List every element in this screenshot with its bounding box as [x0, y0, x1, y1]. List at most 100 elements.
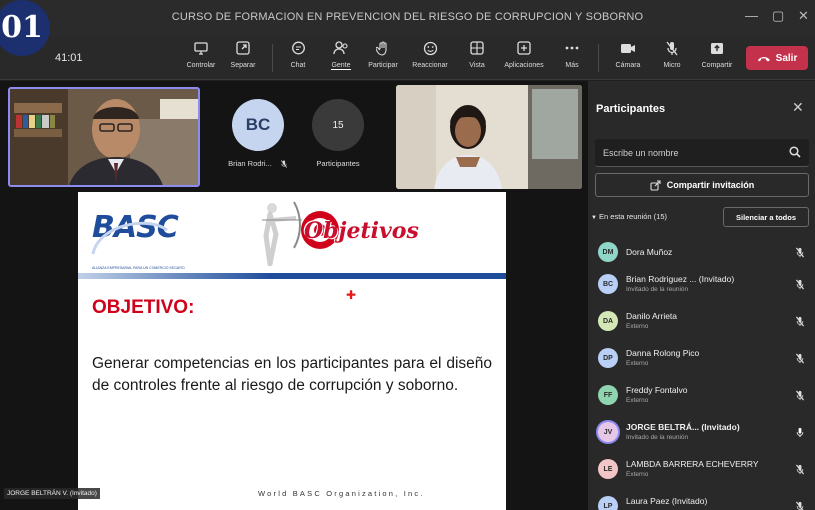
avatar-initials: FF [603, 391, 613, 399]
avatar: DP [598, 348, 618, 368]
react-icon [422, 40, 438, 56]
participant-name: LAMBDA BARRERA ECHEVERRY [626, 459, 759, 469]
participant-role: Externo [626, 471, 649, 478]
participant-row[interactable]: BC Brian Rodriguez ... (Invitado) Invita… [588, 266, 815, 302]
control-icon [193, 40, 209, 56]
slide-heading: OBJETIVO: [92, 297, 195, 318]
slide-divider-band [78, 273, 506, 279]
mute-all-button[interactable]: Silenciar a todos [723, 207, 809, 227]
avatar-initials: JV [603, 428, 613, 436]
participant-row[interactable]: JV JORGE BELTRÁ... (Invitado) Invitado d… [588, 414, 815, 450]
popout-icon [235, 40, 251, 56]
mic-off-icon [795, 462, 805, 480]
participant-row[interactable]: LE LAMBDA BARRERA ECHEVERRY Externo [588, 451, 815, 487]
participant-name: Dora Muñoz [626, 247, 673, 257]
phone-hangup-icon [757, 56, 770, 61]
presenter-name-tag: JORGE BELTRÁN V. (Invitado) [4, 488, 100, 499]
camera-label: Cámara [615, 62, 641, 69]
close-panel-icon[interactable]: ✕ [792, 99, 804, 116]
avatar: JV [598, 422, 618, 442]
participant-role: Invitado de la reunión [626, 286, 689, 293]
meeting-stage: BC Brian Rodri... 15 Participantes BASC [0, 81, 588, 510]
archer-figure-icon [262, 201, 302, 266]
participant-name: Freddy Fontalvo [626, 385, 688, 395]
participant-row[interactable]: DA Danilo Arrieta Externo [588, 303, 815, 339]
presenter-video [10, 89, 198, 185]
slide-body-text: Generar competencias en los participante… [92, 355, 492, 394]
participant-search [595, 139, 809, 167]
leave-label: Salir [775, 52, 798, 64]
participants-count-circle: 15 [312, 99, 364, 151]
participant-role: Externo [626, 360, 649, 367]
control-label: Controlar [186, 62, 216, 69]
raise-hand-icon [375, 40, 391, 56]
participants-panel: Participantes ✕ Compartir invitación ▼ E… [588, 81, 815, 510]
participant-row[interactable]: DP Danna Rolong Pico Externo [588, 340, 815, 376]
mic-off-icon [795, 314, 805, 332]
window-title: CURSO DE FORMACION EN PREVENCION DEL RIE… [171, 11, 644, 23]
mic-off-icon [795, 277, 805, 295]
avatar-initials: DP [603, 354, 613, 362]
camera-button[interactable]: Cámara [603, 40, 653, 69]
popout-button[interactable]: Separar [218, 40, 268, 69]
participant-tile-bc[interactable]: BC Brian Rodri... [216, 99, 300, 168]
mic-off-icon [795, 499, 805, 510]
participant-name: Brian Rodriguez ... (Invitado) [626, 274, 735, 284]
mic-button[interactable]: Micro [647, 40, 697, 69]
share-icon [709, 40, 725, 56]
minimize-button[interactable]: — [745, 8, 758, 23]
view-label: Vista [469, 62, 485, 69]
close-window-button[interactable]: ✕ [798, 8, 809, 24]
avatar-initials: BC [602, 280, 614, 288]
view-icon [469, 40, 485, 56]
more-icon [564, 40, 580, 56]
share-button[interactable]: Compartir [692, 40, 742, 69]
in-meeting-section: ▼ En esta reunión (15) Silenciar a todos [588, 207, 815, 227]
participant-tile-name-text: Brian Rodri... [228, 159, 272, 168]
apps-label: Aplicaciones [504, 62, 544, 69]
more-label: Más [565, 62, 579, 69]
pointer-marker-icon: ✚ [346, 288, 357, 302]
view-button[interactable]: Vista [452, 40, 502, 69]
participants-count-tile[interactable]: 15 Participantes [300, 99, 376, 168]
share-invite-label: Compartir invitación [666, 180, 755, 190]
chat-label: Chat [290, 62, 306, 69]
raise-hand-button[interactable]: Participar [358, 40, 408, 69]
participants-count: 15 [332, 119, 344, 131]
avatar: FF [598, 385, 618, 405]
more-button[interactable]: Más [547, 40, 597, 69]
globe-swoosh-icon [91, 221, 168, 255]
participant-name: Laura Paez (Invitado) [626, 496, 708, 506]
maximize-button[interactable]: ▢ [772, 8, 784, 24]
mic-label: Micro [663, 62, 681, 69]
apps-button[interactable]: Aplicaciones [499, 40, 549, 69]
section-toggle[interactable]: ▼ En esta reunión (15) [591, 212, 667, 221]
participant-tile-name: Brian Rodri... [228, 159, 288, 168]
objectives-banner: Objetivos [304, 218, 419, 244]
slide-footer: World BASC Organization, Inc. [258, 489, 425, 498]
participant-row[interactable]: DM Dora Muñoz [588, 234, 815, 270]
search-input[interactable] [603, 145, 773, 161]
popout-label: Separar [230, 62, 256, 69]
avatar-initials: DA [602, 317, 614, 325]
search-icon[interactable] [789, 146, 801, 158]
mic-on-icon [795, 425, 805, 443]
avatar-initials: DM [602, 248, 614, 256]
participant-row[interactable]: LP Laura Paez (Invitado) [588, 488, 815, 510]
chevron-down-icon: ▼ [591, 215, 597, 221]
avatar-initials: LE [603, 465, 613, 473]
meeting-timer: 41:01 [55, 52, 83, 64]
share-invite-button[interactable]: Compartir invitación [595, 173, 809, 197]
avatar: DA [598, 311, 618, 331]
mic-off-icon [795, 245, 805, 263]
react-button[interactable]: Reaccionar [405, 40, 455, 69]
participant-video-tile[interactable] [396, 85, 582, 189]
presenter-video-tile[interactable] [8, 87, 200, 187]
mic-off-icon [664, 40, 680, 56]
participant-name: Danilo Arrieta [626, 311, 678, 321]
participant-row[interactable]: FF Freddy Fontalvo Externo [588, 377, 815, 413]
shared-slide: BASC ALIANZA EMPRESARIAL PARA UN COMERCI… [78, 192, 506, 510]
camera-icon [620, 40, 636, 56]
leave-button[interactable]: Salir [746, 46, 808, 70]
share-invite-icon [650, 179, 661, 191]
